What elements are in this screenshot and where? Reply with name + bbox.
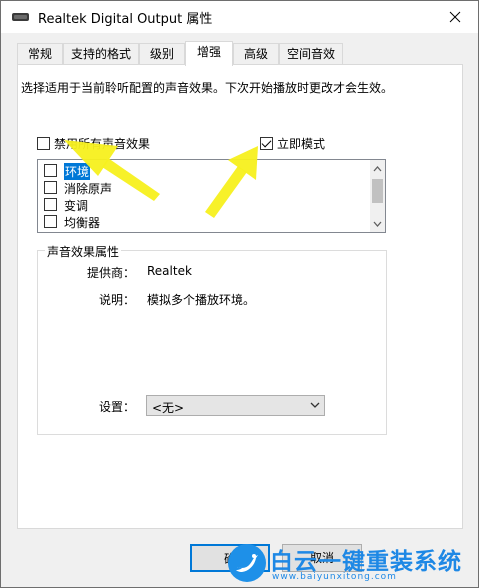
twitter-bird-logo-icon	[228, 544, 266, 582]
scroll-thumb[interactable]	[372, 179, 383, 203]
tab-spatial-sound[interactable]: 空间音效	[279, 43, 343, 65]
enhancements-description: 选择适用于当前聆听配置的声音效果。下次开始播放时更改才会生效。	[21, 81, 394, 95]
tab-supported-formats[interactable]: 支持的格式	[63, 43, 139, 65]
speaker-device-icon	[12, 13, 29, 21]
tab-levels[interactable]: 级别	[139, 43, 185, 65]
disable-all-effects-checkbox[interactable]	[37, 137, 50, 150]
chevron-down-icon	[310, 402, 320, 408]
title-bar[interactable]: Realtek Digital Output 属性	[1, 1, 478, 33]
disable-all-effects-label[interactable]: 禁用所有声音效果	[54, 135, 150, 152]
list-item[interactable]: 消除原声	[42, 179, 342, 196]
immediate-mode-checkbox[interactable]	[260, 137, 273, 150]
window-title: Realtek Digital Output 属性	[38, 12, 213, 27]
tab-general[interactable]: 常规	[17, 43, 63, 65]
provider-label: 提供商：	[87, 266, 136, 280]
watermark-url: www.baiyunxitong.com	[272, 572, 397, 582]
immediate-mode-label[interactable]: 立即模式	[277, 135, 325, 152]
provider-value: Realtek	[147, 264, 192, 278]
settings-label: 设置：	[99, 400, 136, 414]
effects-list-scrollbar[interactable]	[370, 160, 385, 232]
chevron-down-icon	[373, 221, 382, 227]
tab-advanced[interactable]: 高级	[233, 43, 279, 65]
scroll-down-button[interactable]	[370, 215, 385, 232]
effect-checkbox-environment[interactable]	[44, 164, 57, 177]
chevron-up-icon	[373, 165, 382, 171]
close-icon	[449, 11, 461, 23]
tab-enhancements[interactable]: 增强	[185, 41, 233, 66]
list-item[interactable]: 环境	[42, 162, 342, 180]
close-button[interactable]	[432, 1, 478, 33]
effect-checkbox-equalizer[interactable]	[44, 215, 57, 228]
description-label: 说明：	[99, 293, 136, 307]
effect-label-equalizer[interactable]: 均衡器	[64, 214, 100, 231]
effect-checkbox-pitch-shift[interactable]	[44, 198, 57, 211]
list-item[interactable]: 变调	[42, 196, 342, 213]
properties-window: Realtek Digital Output 属性 常规 支持的格式 级别 增强…	[0, 0, 479, 588]
effect-label-pitch-shift[interactable]: 变调	[64, 197, 88, 214]
scroll-up-button[interactable]	[370, 160, 385, 177]
effects-list[interactable]: 环境 消除原声 变调 均衡器	[37, 159, 386, 233]
effect-label-voice-cancellation[interactable]: 消除原声	[64, 180, 112, 197]
effect-label-environment[interactable]: 环境	[64, 163, 91, 180]
watermark-title: 白云一键重装系统	[270, 549, 462, 575]
settings-select-value: <无>	[152, 401, 185, 415]
settings-select[interactable]: <无>	[146, 395, 325, 416]
list-item[interactable]: 均衡器	[42, 213, 342, 230]
effect-properties-legend: 声音效果属性	[45, 243, 122, 260]
effect-checkbox-voice-cancellation[interactable]	[44, 181, 57, 194]
watermark: 白云一键重装系统 www.baiyunxitong.com	[228, 540, 478, 586]
description-value: 模拟多个播放环境。	[147, 293, 256, 307]
